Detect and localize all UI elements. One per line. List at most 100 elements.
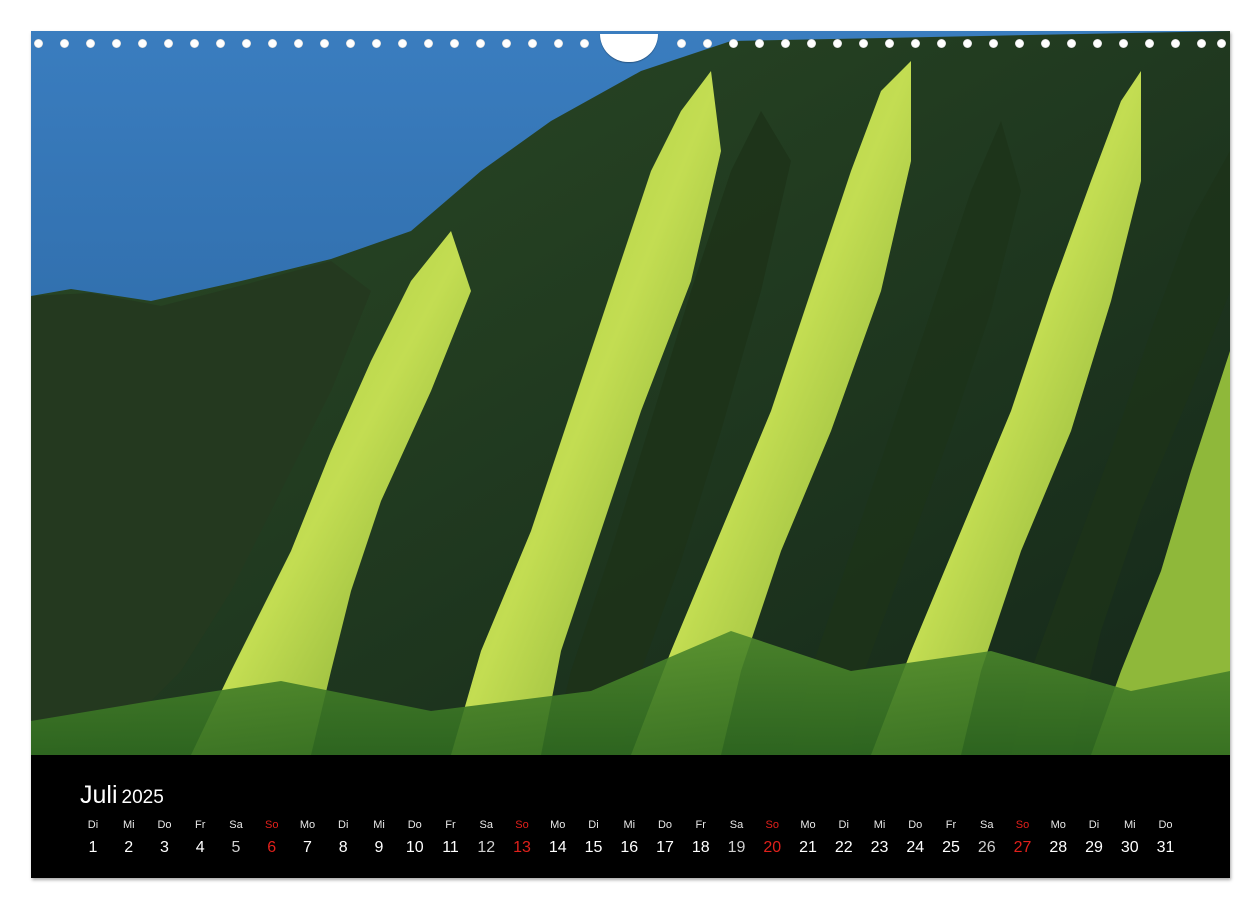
binding-hole bbox=[502, 39, 511, 48]
binding-hole bbox=[34, 39, 43, 48]
day-grid: Di 1 Mi 2 Do 3 Fr 4 Sa 5 So 6 Mo 7 Di 8 Mi 9 Do 10 Fr 11 Sa 12 S… bbox=[76, 817, 1201, 867]
landscape-photo bbox=[31, 31, 1230, 755]
day-number: 22 bbox=[834, 839, 853, 856]
day-number: 20 bbox=[763, 839, 782, 856]
day-cell: So 27 bbox=[1006, 817, 1040, 857]
weekday-label: Di bbox=[87, 819, 99, 831]
binding-hole bbox=[476, 39, 485, 48]
binding-hole bbox=[320, 39, 329, 48]
binding-hole bbox=[424, 39, 433, 48]
weekday-label: Do bbox=[657, 819, 673, 831]
binding-hole bbox=[1067, 39, 1076, 48]
binding-hole bbox=[346, 39, 355, 48]
day-cell: So 20 bbox=[755, 817, 789, 857]
day-number: 5 bbox=[231, 839, 241, 856]
binding-hole bbox=[703, 39, 712, 48]
day-cell: Do 3 bbox=[148, 817, 182, 857]
day-cell: Sa 26 bbox=[970, 817, 1004, 857]
binding-hole bbox=[86, 39, 95, 48]
day-number: 7 bbox=[303, 839, 312, 856]
binding-hole bbox=[911, 39, 920, 48]
cliffs-illustration bbox=[31, 31, 1230, 755]
day-number: 25 bbox=[942, 839, 960, 856]
binding-hole bbox=[112, 39, 121, 48]
spiral-binding bbox=[31, 34, 1230, 62]
binding-hole bbox=[989, 39, 998, 48]
binding-hole bbox=[729, 39, 738, 48]
weekday-label: Fr bbox=[195, 819, 206, 831]
day-number: 1 bbox=[88, 839, 98, 856]
weekday-label: Do bbox=[157, 819, 172, 831]
weekday-label: Mo bbox=[299, 819, 316, 831]
binding-hole bbox=[1197, 39, 1206, 48]
day-number: 26 bbox=[977, 839, 996, 856]
day-number: 27 bbox=[1013, 839, 1032, 856]
day-cell: Mi 23 bbox=[863, 817, 897, 857]
binding-hole bbox=[963, 39, 972, 48]
binding-hole bbox=[1015, 39, 1024, 48]
day-cell: Mo 7 bbox=[291, 817, 325, 857]
weekday-label: Do bbox=[407, 819, 422, 831]
day-cell: So 13 bbox=[505, 817, 539, 857]
weekday-label: Mi bbox=[873, 819, 886, 831]
day-cell: Di 22 bbox=[827, 817, 861, 857]
binding-hole bbox=[554, 39, 563, 48]
day-number: 9 bbox=[374, 839, 384, 856]
binding-hole bbox=[398, 39, 407, 48]
weekday-label: Fr bbox=[695, 819, 706, 831]
binding-hole bbox=[833, 39, 842, 48]
day-number: 21 bbox=[799, 839, 817, 856]
day-number: 23 bbox=[870, 839, 889, 856]
weekday-label: Fr bbox=[445, 819, 456, 831]
day-number: 13 bbox=[513, 839, 531, 856]
weekday-label: Do bbox=[1158, 819, 1173, 831]
binding-hole bbox=[164, 39, 173, 48]
binding-hole bbox=[138, 39, 147, 48]
weekday-label: Fr bbox=[945, 819, 957, 831]
day-cell: Mi 30 bbox=[1113, 817, 1147, 857]
day-cell: Sa 12 bbox=[469, 817, 503, 857]
day-cell: Do 24 bbox=[898, 817, 932, 857]
day-cell: Sa 19 bbox=[720, 817, 754, 857]
binding-hole bbox=[216, 39, 225, 48]
day-cell: Di 8 bbox=[326, 817, 360, 857]
day-cell: Mo 14 bbox=[541, 817, 575, 857]
binding-hole bbox=[1093, 39, 1102, 48]
binding-hole bbox=[60, 39, 69, 48]
day-number: 18 bbox=[691, 839, 710, 856]
day-number: 30 bbox=[1120, 839, 1139, 856]
binding-hole bbox=[450, 39, 459, 48]
calendar-strip: Juli 2025 Di 1 Mi 2 Do 3 Fr 4 Sa 5 So 6 Mo 7 Di 8 Mi 9 Do 10… bbox=[31, 755, 1230, 878]
day-cell: Do 17 bbox=[648, 817, 682, 857]
binding-hole bbox=[1217, 39, 1226, 48]
day-number: 14 bbox=[548, 839, 567, 856]
day-number: 12 bbox=[477, 839, 496, 856]
day-cell: Do 31 bbox=[1149, 817, 1183, 857]
weekday-label: Di bbox=[838, 819, 849, 831]
day-cell: Mi 16 bbox=[612, 817, 646, 857]
day-cell: So 6 bbox=[255, 817, 289, 857]
weekday-label: Mo bbox=[800, 819, 816, 831]
day-number: 24 bbox=[906, 839, 925, 856]
day-cell: Fr 25 bbox=[934, 817, 968, 857]
month-title: Juli 2025 bbox=[80, 781, 164, 810]
day-number: 10 bbox=[405, 839, 424, 856]
day-cell: Do 10 bbox=[398, 817, 432, 857]
day-cell: Di 15 bbox=[577, 817, 611, 857]
day-number: 8 bbox=[338, 839, 348, 856]
binding-hole bbox=[1145, 39, 1154, 48]
day-number: 3 bbox=[160, 839, 169, 856]
binding-hole bbox=[268, 39, 277, 48]
binding-hole bbox=[580, 39, 589, 48]
binding-hole bbox=[807, 39, 816, 48]
day-number: 6 bbox=[267, 839, 277, 856]
binding-hole bbox=[242, 39, 251, 48]
weekday-label: Mi bbox=[373, 819, 385, 831]
year-label: 2025 bbox=[121, 787, 164, 808]
binding-hole bbox=[937, 39, 946, 48]
weekday-label: Do bbox=[908, 819, 923, 831]
binding-hole bbox=[677, 39, 686, 48]
binding-hole bbox=[885, 39, 894, 48]
binding-hole bbox=[528, 39, 537, 48]
day-cell: Mi 2 bbox=[112, 817, 146, 857]
